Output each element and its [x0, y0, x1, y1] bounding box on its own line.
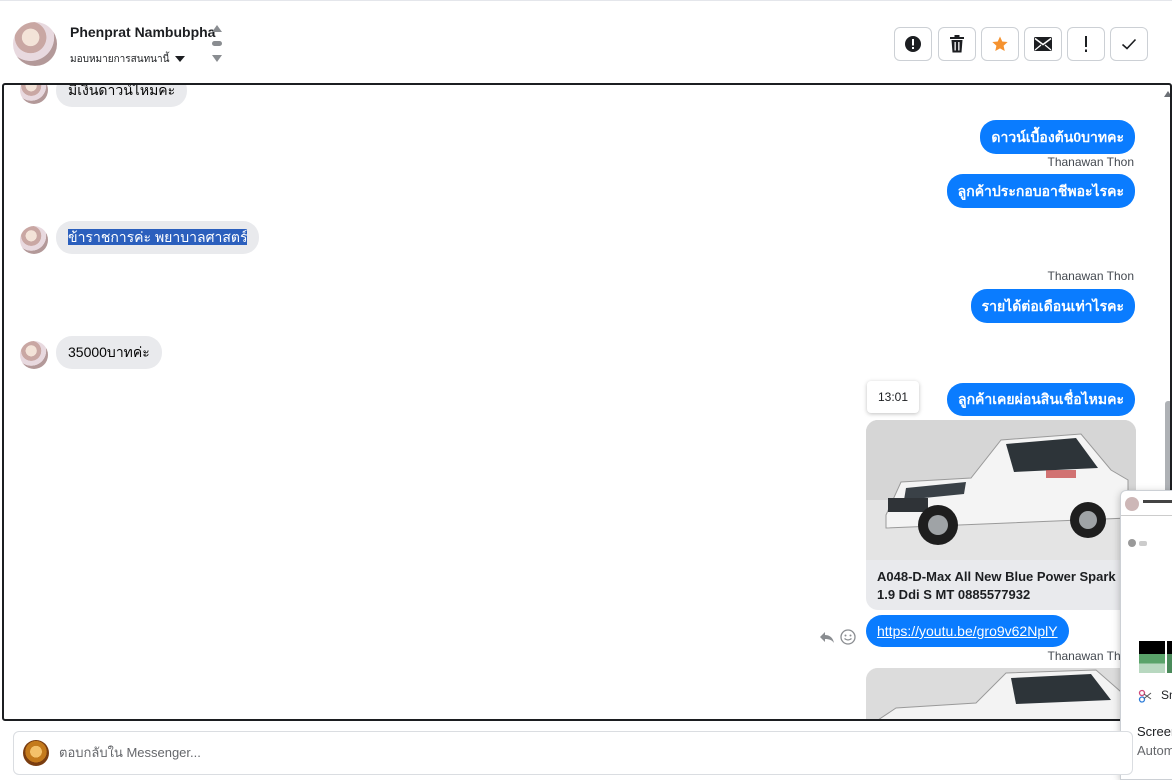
sender-name: Thanawan Thon — [1047, 155, 1134, 169]
outgoing-message[interactable]: รายได้ต่อเดือนเท่าไรคะ — [970, 289, 1135, 323]
message-thread[interactable]: มีเงินดาวน์ไหมคะ ดาวน์เบื้องต้น0บาทคะ Th… — [2, 83, 1172, 721]
mark-done-button[interactable] — [1110, 27, 1148, 61]
truck-image — [866, 420, 1136, 560]
reply-icon[interactable] — [819, 629, 835, 645]
mark-unread-button[interactable] — [1024, 27, 1062, 61]
message-text: รายได้ต่อเดือนเท่าไรคะ — [981, 298, 1124, 314]
outgoing-message[interactable]: ลูกค้าเคยผ่อนสินเชื่อไหมคะ — [946, 383, 1135, 416]
incoming-message[interactable]: ข้าราชการค่ะ พยาบาลศาสตร์ — [56, 221, 260, 254]
message-text: 35000บาทค่ะ — [68, 344, 150, 360]
scroll-up-arrow-icon[interactable] — [1164, 91, 1170, 97]
alert-circle-icon — [905, 36, 921, 52]
thumb-image — [1139, 641, 1165, 673]
assign-label: มอบหมายการสนทนานี้ — [70, 54, 170, 65]
product-card-image[interactable] — [866, 668, 1136, 719]
outgoing-message[interactable]: ลูกค้าประกอบอาชีพอะไรคะ — [946, 174, 1135, 208]
selected-message-text: ข้าราชการค่ะ พยาบาลศาสตร์ — [68, 229, 248, 245]
link-message[interactable]: https://youtu.be/gro9v62NplY — [866, 615, 1069, 647]
spam-button[interactable] — [894, 27, 932, 61]
page-avatar — [23, 740, 49, 766]
follow-up-button[interactable] — [1067, 27, 1105, 61]
contact-avatar-small — [20, 341, 48, 369]
thumb-text — [1143, 500, 1172, 503]
popup-subtitle: Autom — [1137, 743, 1172, 758]
trash-icon — [950, 35, 964, 53]
reply-input[interactable]: ตอบกลับใน Messenger... — [59, 732, 201, 774]
assign-conversation-dropdown[interactable]: มอบหมายการสนทนานี้ — [70, 52, 186, 67]
emoji-icon[interactable] — [840, 629, 856, 645]
outgoing-message[interactable]: ดาวน์เบื้องต้น0บาทคะ — [980, 120, 1135, 154]
contact-avatar-small — [20, 85, 48, 104]
message-text: มีเงินดาวน์ไหมคะ — [68, 83, 176, 98]
caret-down-icon — [175, 56, 186, 63]
snip-icon — [1138, 689, 1152, 703]
message-timestamp-tooltip: 13:01 — [867, 381, 919, 413]
thumb-avatar — [1125, 497, 1139, 511]
check-icon — [1121, 38, 1137, 50]
delete-button[interactable] — [938, 27, 976, 61]
reply-composer[interactable]: ตอบกลับใน Messenger... — [13, 731, 1133, 775]
incoming-message[interactable]: 35000บาทค่ะ — [56, 336, 162, 369]
conversation-header: Phenprat Nambubpha มอบหมายการสนทนานี้ — [0, 0, 1172, 84]
star-icon — [992, 36, 1008, 52]
envelope-icon — [1034, 37, 1052, 51]
star-button[interactable] — [981, 27, 1019, 61]
contact-avatar[interactable] — [13, 22, 57, 66]
card-title: A048-D-Max All New Blue Power Spark 1.9 … — [877, 569, 1116, 602]
product-card[interactable]: A048-D-Max All New Blue Power Spark 1.9 … — [866, 420, 1136, 610]
popup-label: Sn — [1161, 688, 1172, 702]
reorder-icon[interactable] — [211, 25, 223, 65]
message-text: ลูกค้าเคยผ่อนสินเชื่อไหมคะ — [957, 391, 1124, 407]
incoming-message[interactable]: มีเงินดาวน์ไหมคะ — [56, 83, 188, 107]
message-actions — [819, 628, 859, 646]
popup-title: Screen — [1137, 724, 1172, 739]
message-text: ลูกค้าประกอบอาชีพอะไรคะ — [957, 183, 1124, 199]
sender-name: Thanawan Thon — [1047, 269, 1134, 283]
contact-avatar-small — [20, 226, 48, 254]
message-text: ดาวน์เบื้องต้น0บาทคะ — [991, 129, 1124, 145]
contact-name[interactable]: Phenprat Nambubpha — [70, 24, 215, 40]
exclamation-icon — [1085, 36, 1087, 52]
